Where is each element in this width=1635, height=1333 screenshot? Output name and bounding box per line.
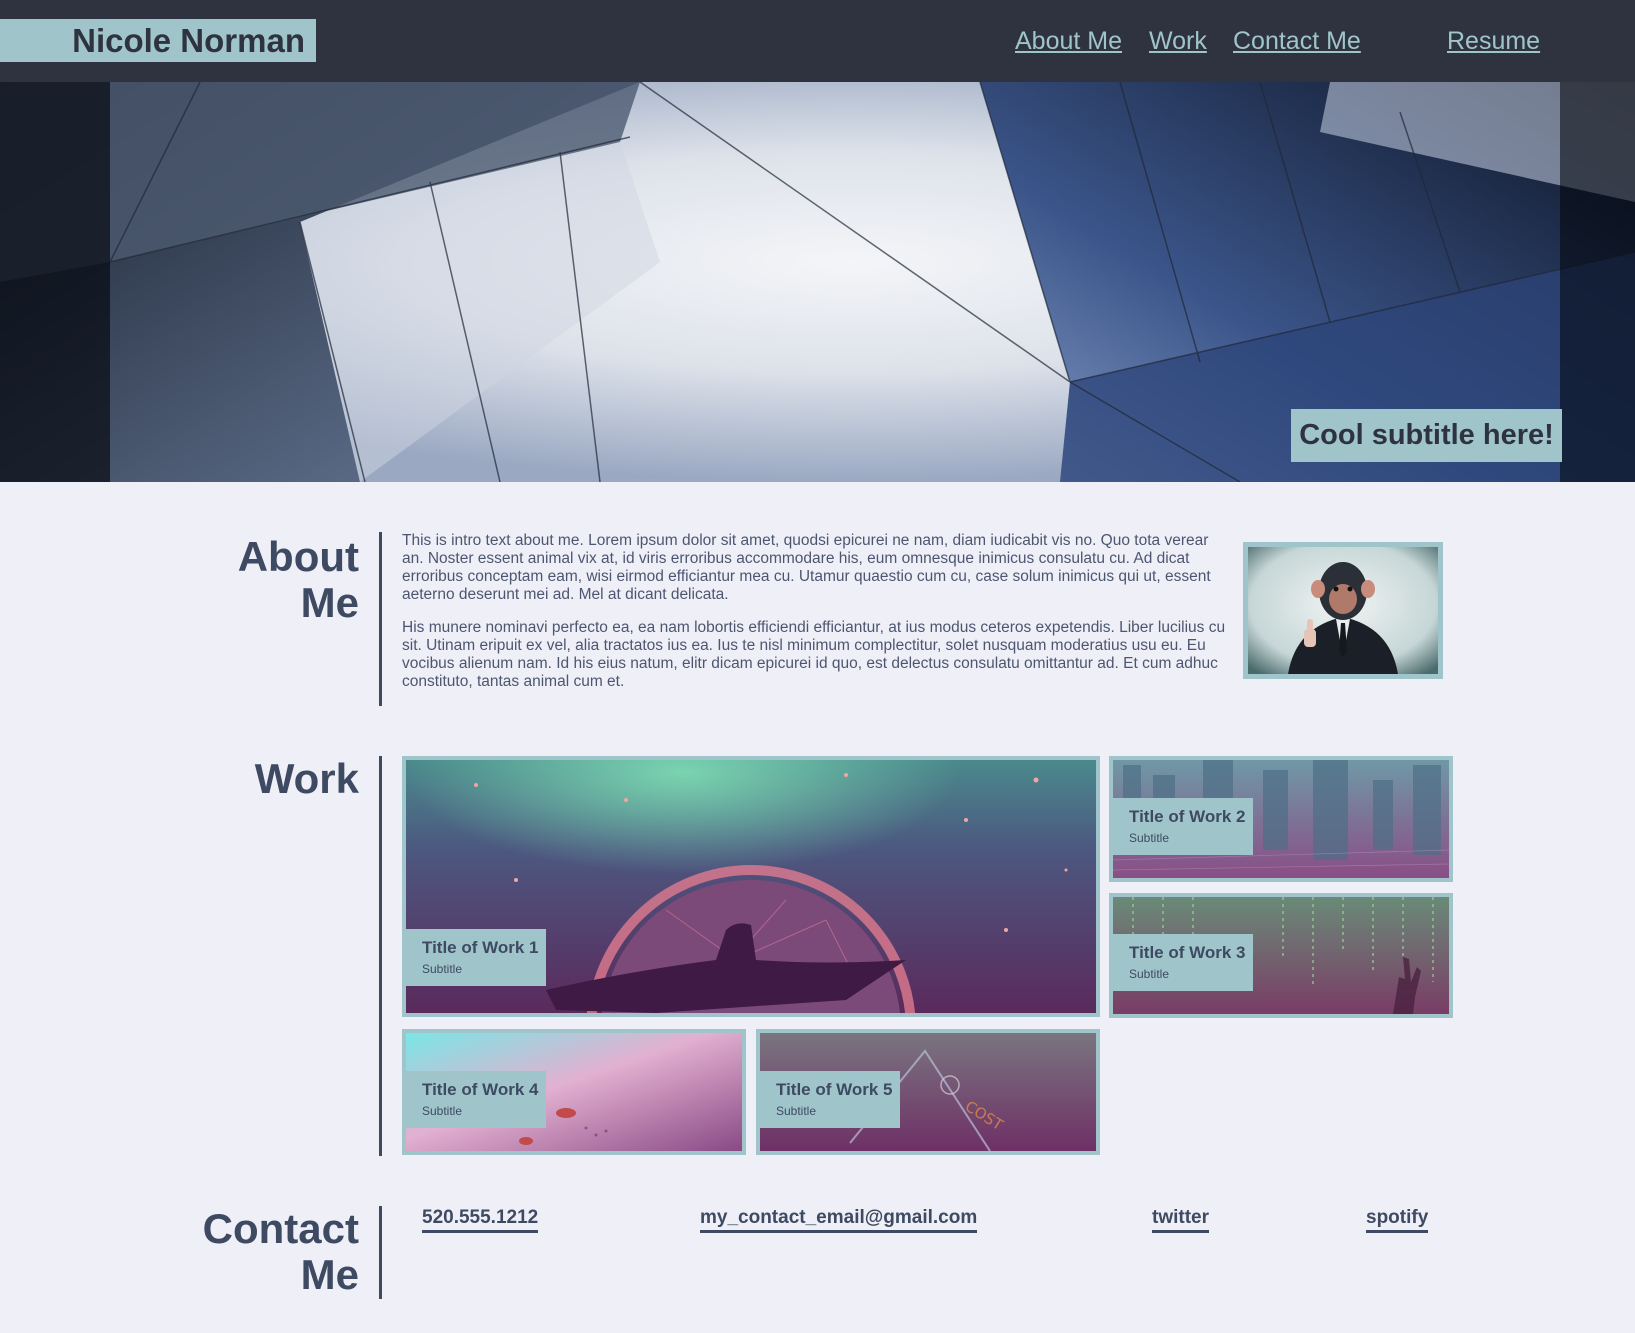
work-3-title: Title of Work 3 [1129,943,1246,962]
portrait-image [1243,542,1443,679]
work-4-caption: Title of Work 4 Subtitle [406,1071,546,1128]
about-heading-line1: About [237,533,359,580]
portrait-photo [1248,547,1438,674]
nav-work-link[interactable]: Work [1149,26,1207,56]
about-text: This is intro text about me. Lorem ipsum… [402,532,1232,706]
about-paragraph: This is intro text about me. Lorem ipsum… [402,532,1211,603]
work-divider [379,756,382,1156]
work-2-caption: Title of Work 2 Subtitle [1113,798,1253,855]
spotify-link[interactable]: spotify [1366,1207,1429,1233]
hero-subtitle: Cool subtitle here! [1291,409,1562,462]
work-5-caption: Title of Work 5 Subtitle [760,1071,900,1128]
site-name[interactable]: Nicole Norman [0,19,316,62]
contact-heading: Contact Me [203,1206,359,1298]
work-3-caption: Title of Work 3 Subtitle [1113,934,1253,991]
contact-heading-line2: Me [300,1251,359,1298]
work-card-4[interactable]: Title of Work 4 Subtitle [402,1029,746,1155]
phone-link[interactable]: 520.555.1212 [422,1207,539,1233]
site-header: Nicole Norman About Me Work Contact Me R… [0,0,1635,82]
about-paragraph: His munere nominavi perfecto ea, ea nam … [402,619,1226,690]
work-5-subtitle: Subtitle [776,1104,817,1118]
about-heading: About Me [238,534,359,626]
work-heading: Work [254,755,359,802]
contact-divider [379,1206,382,1299]
work-card-3[interactable]: Title of Work 3 Subtitle [1109,893,1453,1018]
work-2-title: Title of Work 2 [1129,807,1246,826]
work-4-subtitle: Subtitle [422,1104,463,1118]
work-card-5[interactable]: COST Title of Work 5 Subtitle [756,1029,1100,1155]
work-card-2[interactable]: Title of Work 2 Subtitle [1109,756,1453,882]
work-2-subtitle: Subtitle [1129,831,1170,845]
twitter-link[interactable]: twitter [1152,1207,1209,1233]
work-1-title: Title of Work 1 [422,938,539,957]
about-divider [379,532,382,706]
work-1-subtitle: Subtitle [422,962,463,976]
work-5-title: Title of Work 5 [776,1080,893,1099]
work-4-title: Title of Work 4 [422,1080,539,1099]
nav-resume-link[interactable]: Resume [1447,26,1540,56]
nav-about-link[interactable]: About Me [1015,26,1122,56]
contact-heading-line1: Contact [202,1205,359,1252]
work-1-caption: Title of Work 1 Subtitle [406,929,546,986]
work-card-1[interactable]: Title of Work 1 Subtitle [402,756,1100,1017]
nav-contact-link[interactable]: Contact Me [1233,26,1361,56]
main-nav: About Me Work Contact Me Resume [1015,26,1635,56]
hero-banner: Cool subtitle here! [0,82,1635,482]
about-heading-line2: Me [300,579,359,626]
email-link[interactable]: my_contact_email@gmail.com [700,1207,978,1233]
work-3-subtitle: Subtitle [1129,967,1170,981]
